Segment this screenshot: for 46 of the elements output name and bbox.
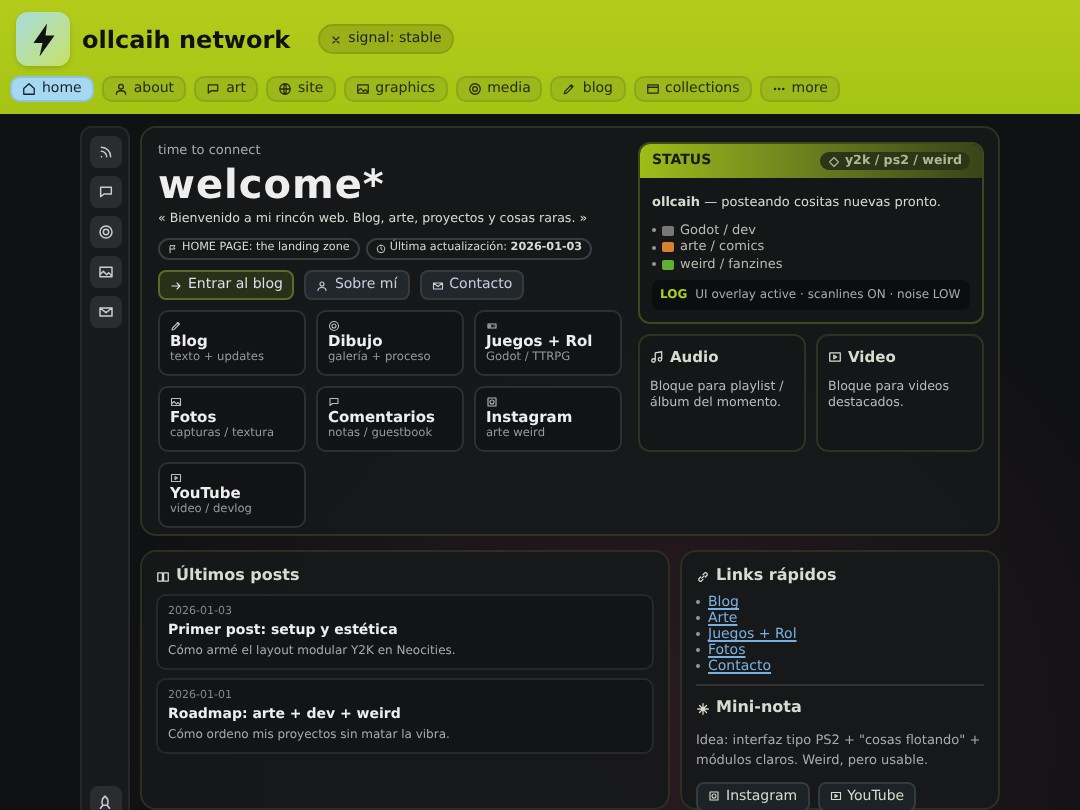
- speech-bubble-icon: [206, 82, 221, 96]
- image-icon: [97, 264, 113, 280]
- pencil-icon: [170, 319, 182, 332]
- mail-button[interactable]: [89, 296, 121, 328]
- site-logo: [16, 12, 70, 66]
- clock-icon: [375, 244, 386, 255]
- diamond-icon: [828, 155, 841, 167]
- image-icon: [170, 395, 182, 408]
- welcome-heading: welcome*: [158, 161, 387, 206]
- mail-icon: [97, 304, 113, 320]
- home-icon: [22, 82, 36, 96]
- camera-icon: [486, 395, 498, 408]
- rss-button[interactable]: [89, 136, 121, 168]
- target-icon: [467, 82, 482, 96]
- image-button[interactable]: [89, 256, 121, 288]
- target-icon: [97, 224, 113, 240]
- speech-bubble-icon: [97, 184, 113, 200]
- links-heading: Links rápidos: [716, 564, 837, 588]
- target-icon: [328, 319, 340, 332]
- chat-button[interactable]: [89, 176, 121, 208]
- target-button[interactable]: [89, 216, 121, 248]
- person-icon: [113, 82, 128, 96]
- link-icon: [696, 569, 710, 583]
- mail-icon: [431, 279, 444, 292]
- person-icon: [316, 279, 329, 292]
- globe-icon: [277, 82, 292, 96]
- site-title: ollcaih network: [82, 23, 291, 57]
- camera-icon: [708, 790, 720, 802]
- note-heading: Mini-nota: [716, 696, 802, 720]
- speech-bubble-icon: [328, 395, 340, 408]
- arrow-icon: [170, 279, 182, 292]
- flag-icon: [168, 244, 178, 255]
- play-icon: [170, 471, 182, 484]
- window-icon: [645, 82, 660, 96]
- sparkle-icon: [696, 701, 710, 715]
- image-icon: [355, 82, 370, 96]
- rocket-icon: [96, 793, 114, 810]
- rocket-button[interactable]: [89, 786, 121, 810]
- dots-icon: [771, 82, 786, 96]
- posts-heading: Últimos posts: [176, 564, 300, 588]
- play-icon: [829, 790, 842, 802]
- pencil-icon: [562, 82, 577, 96]
- music-note-icon: [650, 350, 664, 365]
- rss-icon: [97, 144, 113, 160]
- play-icon: [828, 350, 842, 365]
- book-icon: [156, 569, 170, 583]
